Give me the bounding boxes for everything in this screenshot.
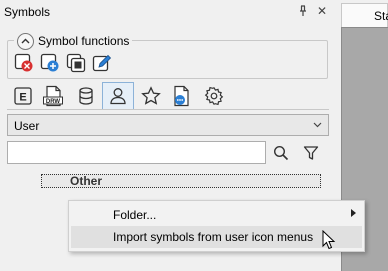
panel-titlebar: Symbols ✕ <box>0 0 336 25</box>
duplicate-symbol-icon <box>66 53 86 73</box>
right-panel-tab[interactable]: Sta <box>341 3 388 27</box>
dropdown-value: User <box>14 119 40 133</box>
svg-text:DRW: DRW <box>46 99 61 105</box>
symbol-functions-label: Symbol functions <box>38 34 130 48</box>
menu-item-folder[interactable]: Folder... <box>71 204 362 226</box>
chevron-up-icon[interactable] <box>17 32 34 50</box>
new-symbol-button[interactable] <box>40 53 60 73</box>
context-menu: Folder... Import symbols from user icon … <box>68 200 365 252</box>
menu-item-label: Folder... <box>113 208 157 222</box>
category-dropdown[interactable]: User <box>7 114 329 136</box>
database-icon <box>79 86 93 105</box>
star-icon <box>141 85 161 105</box>
gear-icon <box>204 86 224 105</box>
tree-item-other[interactable]: Other <box>41 174 321 188</box>
filter-icon <box>303 146 319 160</box>
delete-symbol-icon <box>14 53 33 72</box>
symbol-functions-header: Symbol functions <box>14 31 133 51</box>
user-icon <box>110 88 126 105</box>
edit-symbol-icon <box>92 54 112 72</box>
right-panel-tab-label: Sta <box>374 9 388 23</box>
menu-item-import-symbols[interactable]: Import symbols from user icon menus <box>71 226 362 248</box>
search-input[interactable] <box>7 141 266 164</box>
svg-text:E: E <box>19 91 26 103</box>
panel-title: Symbols <box>4 5 51 19</box>
search-icon <box>273 145 289 161</box>
new-symbol-icon <box>40 53 59 72</box>
submenu-arrow-icon <box>351 209 356 219</box>
delete-symbol-button[interactable] <box>14 53 34 73</box>
edit-symbol-button[interactable] <box>92 53 112 73</box>
tree-item-label: Other <box>70 174 103 188</box>
close-icon[interactable]: ✕ <box>315 4 329 18</box>
search-button[interactable] <box>270 142 292 164</box>
duplicate-symbol-button[interactable] <box>66 53 86 73</box>
filter-button[interactable] <box>300 142 322 164</box>
tab-favorites[interactable] <box>137 82 165 109</box>
menu-item-label: Import symbols from user icon menus <box>113 230 314 244</box>
chevron-down-icon <box>313 118 322 131</box>
tab-user[interactable] <box>102 82 134 109</box>
tab-drw[interactable]: DRW <box>39 82 67 109</box>
mouse-cursor-icon <box>322 229 336 253</box>
pin-icon[interactable] <box>296 5 310 19</box>
tab-e[interactable]: E <box>9 82 37 109</box>
document-icon <box>174 85 189 106</box>
tab-database[interactable] <box>72 82 100 109</box>
tab-settings[interactable] <box>200 82 228 109</box>
tab-document[interactable] <box>168 82 196 109</box>
